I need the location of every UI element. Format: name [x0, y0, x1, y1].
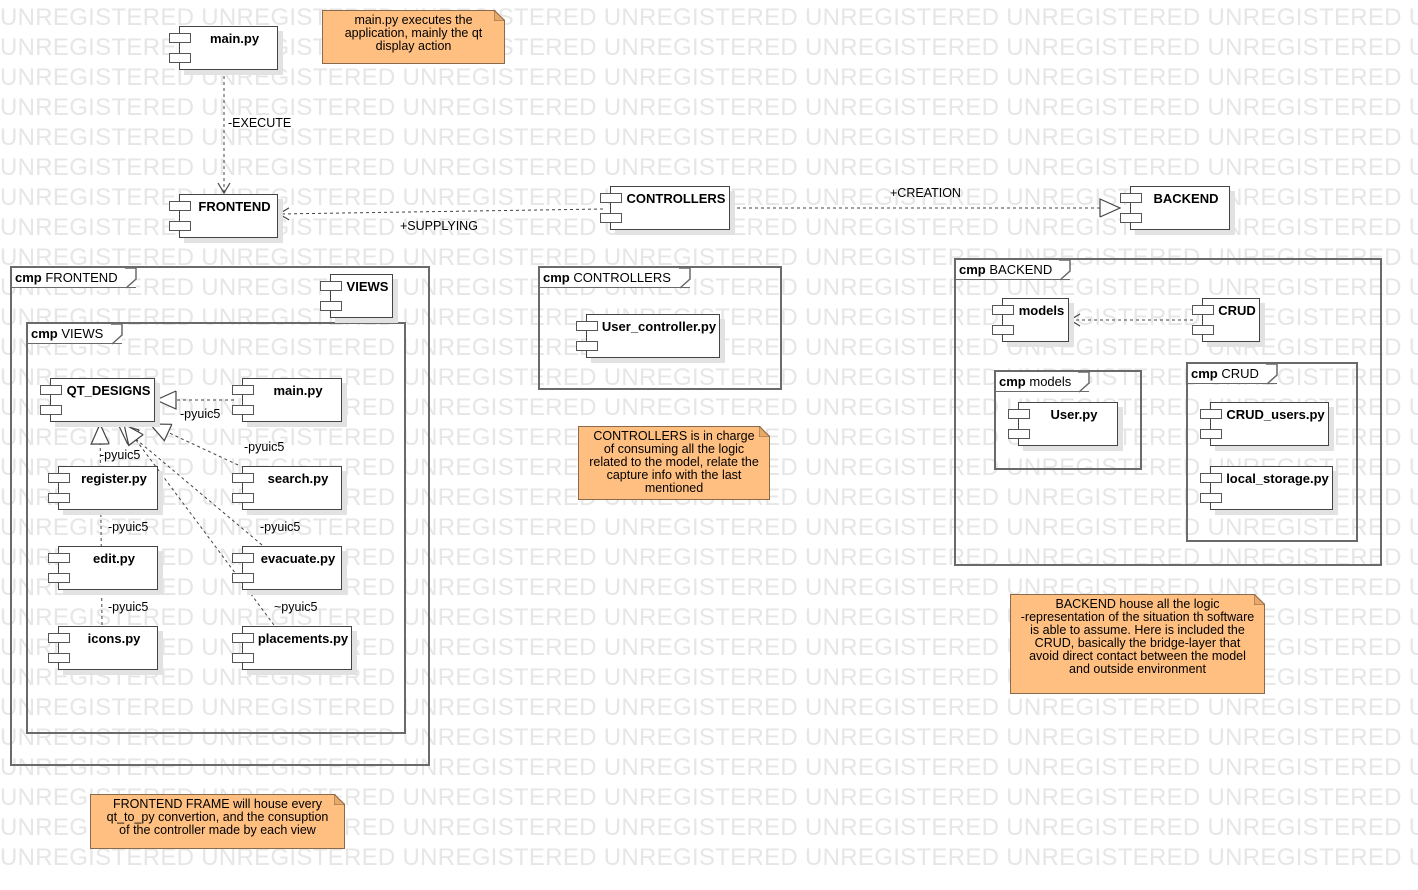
component-port-icon: [232, 553, 254, 563]
component-user-controller[interactable]: User_controller.py: [576, 314, 720, 358]
edge-label-evacuate-qt: -pyuic5: [260, 520, 301, 534]
note-controllers: CONTROLLERS is in charge of consuming al…: [578, 426, 770, 500]
component-name: models: [1018, 303, 1065, 318]
component-port-icon: [48, 473, 70, 483]
component-backend[interactable]: BACKEND: [1120, 186, 1230, 230]
component-qt-designs[interactable]: QT_DESIGNS: [40, 378, 155, 422]
edge-label-edit-register: -pyuic5: [108, 520, 149, 534]
component-name: search.py: [267, 471, 329, 486]
edge-label-register-qt: -pyuic5: [100, 448, 141, 462]
note-fold: [334, 794, 345, 805]
edge-label-supplying: +SUPPLYING: [400, 219, 478, 233]
component-name: CRUD_users.py: [1226, 407, 1325, 422]
edge-search-qt: [148, 423, 239, 466]
component-port-icon: [600, 213, 622, 223]
component-port-icon: [1200, 429, 1222, 439]
component-port-icon: [600, 193, 622, 203]
component-port-icon: [1200, 409, 1222, 419]
component-port-icon: [169, 33, 191, 43]
component-port-icon: [576, 341, 598, 351]
component-port-icon: [232, 633, 254, 643]
component-port-icon: [169, 221, 191, 231]
edge-label-placements-qt: ~pyuic5: [274, 600, 318, 614]
edge-label-icons-edit: -pyuic5: [108, 600, 149, 614]
edge-crud-models: [1068, 313, 1193, 327]
component-port-icon: [992, 305, 1014, 315]
note-backend: BACKEND house all the logic -representat…: [1010, 594, 1265, 694]
component-port-icon: [1200, 493, 1222, 503]
component-port-icon: [1008, 429, 1030, 439]
component-crud[interactable]: CRUD: [1192, 298, 1260, 342]
component-port-icon: [48, 653, 70, 663]
component-port-icon: [169, 201, 191, 211]
component-name: User_controller.py: [601, 319, 717, 334]
component-port-icon: [169, 53, 191, 63]
component-name: QT_DESIGNS: [66, 383, 151, 398]
component-port-icon: [232, 653, 254, 663]
component-port-icon: [40, 385, 62, 395]
component-name: VIEWS: [346, 279, 389, 294]
component-views[interactable]: VIEWS: [320, 274, 393, 318]
component-port-icon: [1120, 193, 1142, 203]
component-name: CONTROLLERS: [626, 191, 726, 206]
component-placements[interactable]: placements.py: [232, 626, 352, 670]
component-port-icon: [232, 473, 254, 483]
component-name: CRUD: [1218, 303, 1256, 318]
component-crud-users[interactable]: CRUD_users.py: [1200, 402, 1329, 446]
component-port-icon: [232, 573, 254, 583]
diagram-canvas: UNREGISTERED UNREGISTERED UNREGISTERED U…: [0, 0, 1418, 890]
component-evacuate[interactable]: evacuate.py: [232, 546, 342, 590]
component-port-icon: [1120, 213, 1142, 223]
component-name: FRONTEND: [198, 199, 271, 214]
edge-label-main-qt: -pyuic5: [180, 407, 221, 421]
note-frontend: FRONTEND FRAME will house every qt_to_py…: [90, 794, 345, 849]
component-search[interactable]: search.py: [232, 466, 342, 510]
edge-label-creation: +CREATION: [890, 186, 961, 200]
edge-label-execute: -EXECUTE: [228, 116, 292, 130]
component-port-icon: [1192, 305, 1214, 315]
component-user[interactable]: User.py: [1008, 402, 1118, 446]
component-name: icons.py: [87, 631, 141, 646]
component-name: BACKEND: [1153, 191, 1219, 206]
component-frontend[interactable]: FRONTEND: [169, 194, 278, 238]
component-name: evacuate.py: [260, 551, 336, 566]
component-views-main[interactable]: main.py: [232, 378, 342, 422]
component-port-icon: [48, 493, 70, 503]
component-port-icon: [232, 405, 254, 415]
component-name: register.py: [81, 471, 147, 486]
component-port-icon: [1200, 473, 1222, 483]
component-name: placements.py: [257, 631, 349, 646]
component-port-icon: [232, 385, 254, 395]
component-port-icon: [48, 573, 70, 583]
component-name: local_storage.py: [1226, 471, 1329, 486]
component-port-icon: [576, 321, 598, 331]
component-name: main.py: [273, 383, 323, 398]
note-fold: [494, 10, 505, 21]
edge-creation: [731, 198, 1122, 218]
note-main: main.py executes the application, mainly…: [322, 10, 505, 64]
component-models[interactable]: models: [992, 298, 1069, 342]
edge-label-search-qt: -pyuic5: [244, 440, 285, 454]
note-fold: [1254, 594, 1265, 605]
component-local-storage[interactable]: local_storage.py: [1200, 466, 1333, 510]
component-port-icon: [48, 633, 70, 643]
component-name: main.py: [209, 31, 260, 46]
edge-execute: [217, 70, 231, 195]
component-port-icon: [40, 405, 62, 415]
component-main-top[interactable]: main.py: [169, 26, 278, 70]
component-port-icon: [1008, 409, 1030, 419]
note-fold: [759, 426, 770, 437]
component-port-icon: [992, 325, 1014, 335]
component-icons[interactable]: icons.py: [48, 626, 158, 670]
component-controllers[interactable]: CONTROLLERS: [600, 186, 730, 230]
component-port-icon: [320, 301, 342, 311]
component-port-icon: [1192, 325, 1214, 335]
component-port-icon: [48, 553, 70, 563]
component-name: User.py: [1050, 407, 1098, 422]
component-name: edit.py: [93, 551, 135, 566]
component-port-icon: [232, 493, 254, 503]
component-edit[interactable]: edit.py: [48, 546, 158, 590]
component-port-icon: [320, 281, 342, 291]
component-register[interactable]: register.py: [48, 466, 158, 510]
